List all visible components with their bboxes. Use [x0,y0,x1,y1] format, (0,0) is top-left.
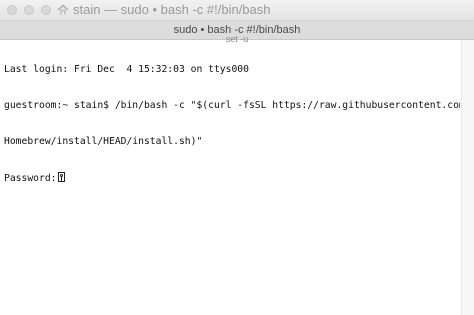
key-icon [57,172,65,182]
terminal-line-login: Last login: Fri Dec 4 15:32:03 on ttys00… [4,64,249,75]
home-icon [57,4,69,15]
terminal-output[interactable]: Last login: Fri Dec 4 15:32:03 on ttys00… [4,40,460,310]
terminal-line-password: Password: [4,172,460,184]
minimize-button[interactable] [24,5,34,15]
zoom-button[interactable] [41,5,51,15]
scrollbar[interactable] [461,40,474,315]
terminal-window: stain — sudo • bash -c #!/bin/bash sudo … [0,0,474,315]
password-prompt: Password: [4,173,57,184]
tab-bar: sudo • bash -c #!/bin/bash set -u [0,21,474,43]
window-title: stain — sudo • bash -c #!/bin/bash [73,2,271,17]
terminal-line-command: guestroom:~ stain$ /bin/bash -c "$(curl … [4,100,460,111]
close-button[interactable] [7,5,17,15]
title-bar[interactable]: stain — sudo • bash -c #!/bin/bash [0,0,474,21]
terminal-line-command-cont: Homebrew/install/HEAD/install.sh)" [4,136,203,147]
